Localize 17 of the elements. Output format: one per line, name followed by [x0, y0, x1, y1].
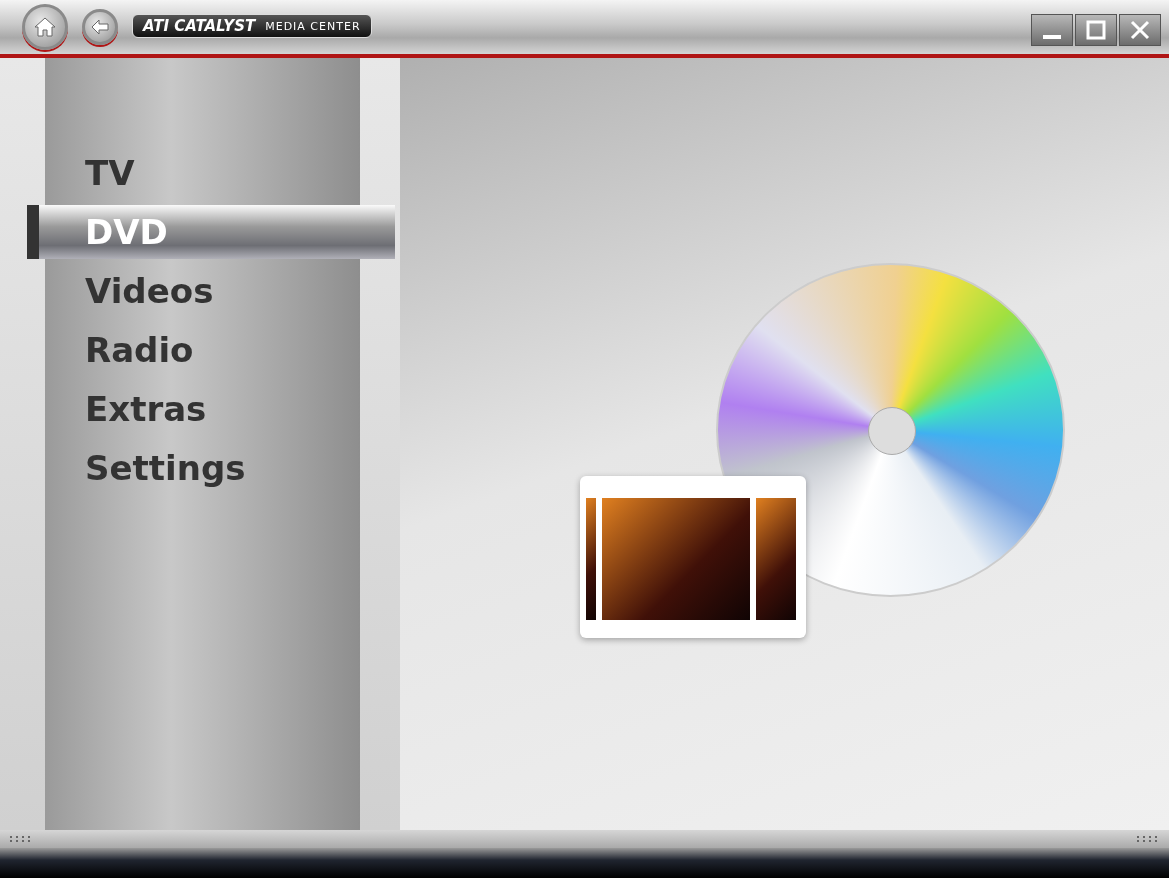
menu-item[interactable]: TV: [45, 146, 360, 200]
close-button[interactable]: [1119, 14, 1161, 46]
close-icon: [1129, 19, 1151, 41]
menu-item[interactable]: Videos: [45, 264, 360, 318]
menu-item[interactable]: Settings: [45, 441, 360, 495]
logo-product: MEDIA CENTER: [265, 19, 361, 33]
menu-item[interactable]: Radio: [45, 323, 360, 377]
home-icon: [34, 17, 56, 37]
back-button[interactable]: [82, 9, 118, 45]
maximize-button[interactable]: [1075, 14, 1117, 46]
minimize-button[interactable]: [1031, 14, 1073, 46]
menu-item[interactable]: Extras: [45, 382, 360, 436]
logo-brand: ATI CATALYST: [143, 17, 256, 35]
home-button[interactable]: [22, 4, 68, 50]
maximize-icon: [1085, 19, 1107, 41]
minimize-icon: [1043, 35, 1061, 39]
back-arrow-icon: [91, 19, 109, 35]
